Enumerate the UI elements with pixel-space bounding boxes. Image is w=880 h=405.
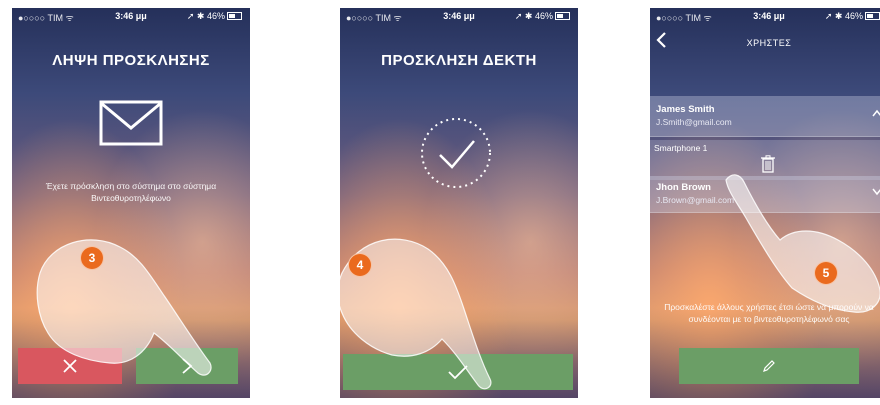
step-badge: 5: [814, 261, 838, 285]
step-badge: 4: [348, 253, 372, 277]
battery-label: ➚ ✱ 46%: [186, 11, 225, 21]
status-bar: ●○○○○ TIM ᯤ 3:46 μμ ➚ ✱ 46%: [650, 8, 880, 24]
invitation-received-screen: ●○○○○ TIM ᯤ 3:46 μμ ➚ ✱ 46% ΛΗΨΗ ΠΡΟΣΚΛΗ…: [12, 8, 250, 398]
battery-icon: [865, 12, 880, 20]
user-name: James Smith: [656, 104, 715, 115]
user-email: J.Smith@gmail.com: [656, 117, 732, 127]
invite-users-button[interactable]: [679, 348, 859, 384]
pencil-icon: [763, 360, 775, 372]
battery-icon: [227, 12, 242, 20]
invitation-accepted-screen: ●○○○○ TIM ᯤ 3:46 μμ ➚ ✱ 46% ΠΡΟΣΚΛΗΣΗ ΔΕ…: [340, 8, 578, 398]
hand-pointer-icon: [36, 239, 212, 376]
users-screen: ●○○○○ TIM ᯤ 3:46 μμ ➚ ✱ 46% ΧΡΗΣΤΕΣ Jame…: [650, 8, 880, 398]
chevron-up-icon[interactable]: [872, 109, 880, 117]
battery-indicator: ➚ ✱ 46%: [825, 11, 880, 22]
invitation-message: Έχετε πρόσκληση στο σύστημα στο σύστημα …: [45, 181, 217, 203]
check-circle-icon: [421, 118, 491, 188]
user-row-james-smith[interactable]: James Smith J.Smith@gmail.com: [650, 96, 880, 137]
battery-label: ➚ ✱ 46%: [824, 11, 863, 21]
user-name: Jhon Brown: [656, 182, 711, 193]
device-name: Smartphone 1: [654, 143, 708, 153]
page-title: ΧΡΗΣΤΕΣ: [746, 38, 792, 48]
hand-pointer-icon: [725, 174, 880, 313]
hand-pointer-icon: [340, 238, 492, 390]
battery-icon: [555, 12, 570, 20]
battery-label: ➚ ✱ 46%: [514, 11, 553, 21]
status-bar: ●○○○○ TIM ᯤ 3:46 μμ ➚ ✱ 46%: [340, 8, 578, 24]
status-bar: ●○○○○ TIM ᯤ 3:46 μμ ➚ ✱ 46%: [12, 8, 250, 24]
envelope-icon: [99, 100, 163, 146]
page-title: ΠΡΟΣΚΛΗΣΗ ΔΕΚΤΗ: [381, 52, 537, 69]
step-badge: 3: [80, 246, 104, 270]
page-title: ΛΗΨΗ ΠΡΟΣΚΛΗΣΗΣ: [52, 52, 210, 69]
battery-indicator: ➚ ✱ 46%: [187, 11, 242, 22]
battery-indicator: ➚ ✱ 46%: [515, 11, 570, 22]
